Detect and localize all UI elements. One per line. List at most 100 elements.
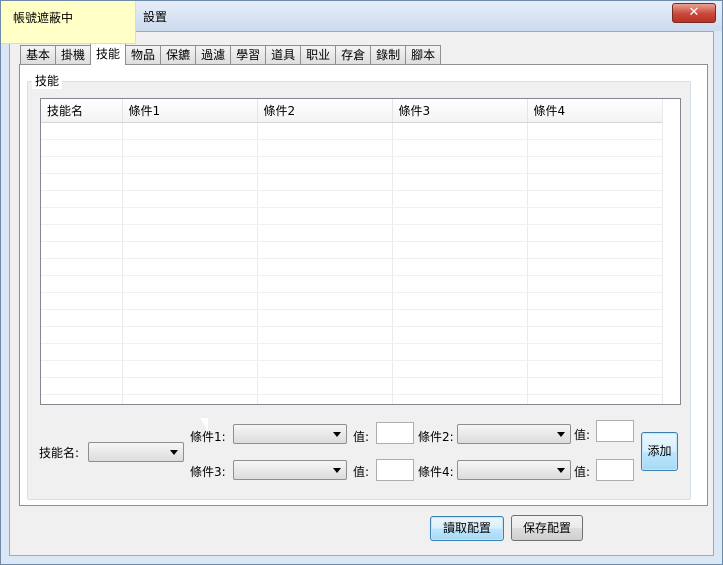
- table-row[interactable]: [41, 343, 663, 361]
- table-row[interactable]: [41, 377, 663, 395]
- cond4-value-label: 值:: [574, 465, 591, 479]
- table-cell: [41, 156, 123, 174]
- table-cell: [392, 326, 528, 344]
- cond3-value-label: 值:: [353, 465, 370, 479]
- table-cell: [392, 139, 528, 157]
- table-cell: [122, 224, 258, 242]
- table-row[interactable]: [41, 360, 663, 378]
- table-row[interactable]: [41, 292, 663, 310]
- save-config-button[interactable]: 保存配置: [511, 515, 583, 541]
- table-cell: [122, 309, 258, 327]
- table-cell: [527, 156, 663, 174]
- add-button[interactable]: 添加: [641, 432, 678, 471]
- table-row[interactable]: [41, 258, 663, 276]
- cond4-select[interactable]: [457, 460, 571, 480]
- account-mask-text: 帳號遮蔽中: [13, 11, 74, 25]
- table-cell: [392, 309, 528, 327]
- table-row[interactable]: [41, 173, 663, 191]
- column-header-cond4[interactable]: 條件4: [527, 99, 663, 123]
- table-cell: [41, 122, 123, 140]
- table-cell: [122, 394, 258, 404]
- table-cell: [392, 292, 528, 310]
- table-cell: [392, 377, 528, 395]
- tab-script[interactable]: 腳本: [405, 45, 442, 64]
- table-row[interactable]: [41, 394, 663, 404]
- table-cell: [257, 190, 393, 208]
- table-cell: [392, 258, 528, 276]
- cond2-select[interactable]: [457, 424, 571, 444]
- tab-skills[interactable]: 技能: [90, 43, 127, 65]
- table-cell: [122, 292, 258, 310]
- table-row[interactable]: [41, 309, 663, 327]
- tab-idle[interactable]: 掛機: [55, 45, 92, 64]
- table-cell: [41, 224, 123, 242]
- table-cell: [257, 258, 393, 276]
- table-cell: [257, 326, 393, 344]
- skill-name-label: 技能名:: [39, 446, 80, 460]
- close-button[interactable]: ✕: [672, 3, 716, 23]
- cond1-select[interactable]: [233, 424, 347, 444]
- cond3-select[interactable]: [233, 460, 347, 480]
- skill-name-select[interactable]: [88, 442, 184, 462]
- tab-props[interactable]: 道具: [265, 45, 302, 64]
- column-header-cond1[interactable]: 條件1: [122, 99, 258, 123]
- tab-strip: 基本 掛機 技能 物品 保鑣 過濾 學習 道具 职业 存倉 錄制 腳本: [20, 43, 442, 65]
- table-cell: [257, 156, 393, 174]
- tab-learning[interactable]: 學習: [230, 45, 267, 64]
- tab-profession[interactable]: 职业: [300, 45, 337, 64]
- table-row[interactable]: [41, 156, 663, 174]
- table-row[interactable]: [41, 326, 663, 344]
- table-row[interactable]: [41, 139, 663, 157]
- cond3-value-input[interactable]: [376, 459, 414, 481]
- tab-storage[interactable]: 存倉: [335, 45, 372, 64]
- tab-filter[interactable]: 過濾: [195, 45, 232, 64]
- table-cell: [41, 190, 123, 208]
- table-cell: [257, 207, 393, 225]
- column-header-skill-name[interactable]: 技能名: [41, 99, 123, 123]
- table-cell: [257, 309, 393, 327]
- table-row[interactable]: [41, 224, 663, 242]
- cond4-value-input[interactable]: [596, 459, 634, 481]
- skill-table[interactable]: 技能名 條件1 條件2 條件3 條件4: [40, 98, 681, 405]
- table-cell: [122, 156, 258, 174]
- table-row[interactable]: [41, 122, 663, 140]
- tab-basic[interactable]: 基本: [20, 45, 57, 64]
- table-cell: [122, 275, 258, 293]
- table-cell: [392, 275, 528, 293]
- table-row[interactable]: [41, 207, 663, 225]
- column-header-cond3[interactable]: 條件3: [392, 99, 528, 123]
- table-cell: [41, 326, 123, 344]
- chevron-down-icon: [557, 468, 565, 473]
- table-cell: [392, 122, 528, 140]
- table-cell: [392, 156, 528, 174]
- cond1-value-input[interactable]: [376, 422, 414, 444]
- tab-bodyguard[interactable]: 保鑣: [160, 45, 197, 64]
- table-cell: [41, 173, 123, 191]
- cond1-value-label: 值:: [353, 430, 370, 444]
- mouse-cursor-icon: [200, 418, 208, 432]
- cond2-value-input[interactable]: [596, 420, 634, 442]
- table-cell: [41, 360, 123, 378]
- table-cell: [527, 326, 663, 344]
- table-cell: [122, 207, 258, 225]
- table-cell: [527, 122, 663, 140]
- chevron-down-icon: [170, 450, 178, 455]
- table-cell: [392, 241, 528, 259]
- table-cell: [41, 394, 123, 404]
- tab-record[interactable]: 錄制: [370, 45, 407, 64]
- table-cell: [41, 343, 123, 361]
- column-header-cond2[interactable]: 條件2: [257, 99, 393, 123]
- table-cell: [527, 360, 663, 378]
- table-row[interactable]: [41, 241, 663, 259]
- table-cell: [527, 292, 663, 310]
- table-row[interactable]: [41, 190, 663, 208]
- table-cell: [122, 360, 258, 378]
- table-cell: [257, 292, 393, 310]
- load-config-button[interactable]: 讀取配置: [430, 516, 504, 541]
- table-cell: [392, 173, 528, 191]
- table-cell: [257, 122, 393, 140]
- tab-items[interactable]: 物品: [125, 45, 162, 64]
- table-row[interactable]: [41, 275, 663, 293]
- table-cell: [527, 377, 663, 395]
- table-cell: [41, 275, 123, 293]
